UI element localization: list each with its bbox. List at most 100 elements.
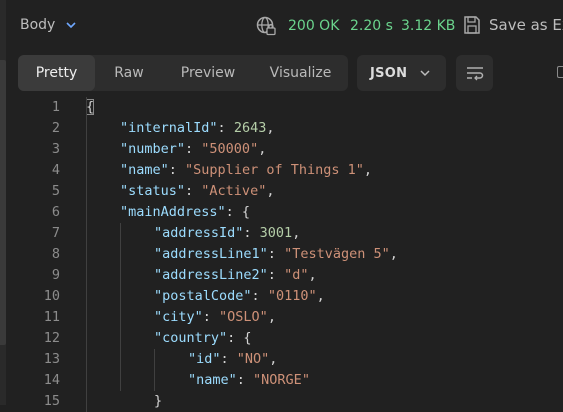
json-punctuation: : <box>243 225 260 241</box>
code-line: 3 "number": "50000", <box>6 139 563 160</box>
json-punctuation: : <box>185 141 202 157</box>
json-key: "postalCode" <box>154 288 252 304</box>
response-size[interactable]: 3.12 KB <box>401 18 455 34</box>
tab-visualize[interactable]: Visualize <box>253 55 348 91</box>
chevron-down-icon <box>420 70 430 77</box>
json-key: "city" <box>154 309 203 325</box>
code-line: 7 "addressId": 3001, <box>6 223 563 244</box>
code-text: "id": "NO", <box>188 349 277 370</box>
json-key: "id" <box>188 351 221 367</box>
json-number: 2643 <box>233 120 267 136</box>
json-key: "mainAddress" <box>120 204 226 220</box>
json-key: "number" <box>120 141 186 157</box>
code-line: 2 "internalId": 2643, <box>6 118 563 139</box>
line-number: 9 <box>51 267 60 283</box>
json-punctuation: { <box>86 99 95 115</box>
code-line: 10 "postalCode": "0110", <box>6 286 563 307</box>
json-key: "status" <box>120 183 186 199</box>
json-punctuation: : <box>168 162 186 178</box>
format-label: JSON <box>370 65 408 81</box>
json-string: "0110" <box>267 288 317 304</box>
code-text: "name": "NORGE" <box>188 370 310 391</box>
line-number: 5 <box>51 183 60 199</box>
line-number: 15 <box>43 393 60 409</box>
json-punctuation: : <box>267 267 285 283</box>
body-label: Body <box>20 17 56 33</box>
line-number: 2 <box>51 120 60 136</box>
json-punctuation: : <box>236 372 254 388</box>
line-number: 14 <box>43 372 60 388</box>
json-punctuation: , <box>316 288 325 304</box>
globe-lock-icon[interactable] <box>255 15 277 37</box>
response-body-viewer[interactable]: 1{2 "internalId": 2643, 3 "number": "50000"… <box>6 97 563 412</box>
code-line: 9 "addressLine2": "d", <box>6 265 563 286</box>
save-response-button[interactable]: Save as Ex <box>463 15 563 35</box>
json-key: "addressId" <box>154 225 244 241</box>
json-punctuation: : { <box>225 204 251 220</box>
body-dropdown[interactable]: Body <box>20 17 77 33</box>
indent-guide <box>120 223 121 391</box>
line-number: 7 <box>51 225 60 241</box>
code-line: 13 "id": "NO", <box>6 349 563 370</box>
code-line: 14 "name": "NORGE" <box>6 370 563 391</box>
code-text: "mainAddress": { <box>120 202 250 223</box>
json-punctuation: : <box>217 120 234 136</box>
code-line: 4 "name": "Supplier of Things 1", <box>6 160 563 181</box>
copy-icon[interactable] <box>557 66 563 78</box>
code-line: 5 "status": "Active", <box>6 181 563 202</box>
json-punctuation: : <box>220 351 237 367</box>
json-string: "Testvägen 5" <box>284 246 390 262</box>
json-string: "NO" <box>236 351 270 367</box>
line-number: 6 <box>51 204 60 220</box>
save-label: Save as Ex <box>489 16 563 34</box>
json-punctuation: , <box>389 246 398 262</box>
response-time[interactable]: 2.20 s <box>350 18 393 34</box>
json-punctuation: , <box>292 225 301 241</box>
tab-preview[interactable]: Preview <box>163 55 253 91</box>
line-number: 1 <box>51 99 60 115</box>
wrap-lines-button[interactable] <box>456 55 493 91</box>
code-text: "addressId": 3001, <box>154 223 300 244</box>
code-line: 8 "addressLine1": "Testvägen 5", <box>6 244 563 265</box>
code-text: "city": "OSLO", <box>154 307 276 328</box>
line-number: 13 <box>43 351 60 367</box>
tab-raw[interactable]: Raw <box>95 55 163 91</box>
line-number: 10 <box>43 288 60 304</box>
json-string: "d" <box>284 267 309 283</box>
code-text: { <box>86 97 95 118</box>
code-line: 11 "city": "OSLO", <box>6 307 563 328</box>
json-key: "name" <box>188 372 237 388</box>
code-text: "name": "Supplier of Things 1", <box>120 160 372 181</box>
json-punctuation: : { <box>227 330 252 346</box>
code-text: "number": "50000", <box>120 139 266 160</box>
json-number: 3001 <box>259 225 293 241</box>
json-string: "Supplier of Things 1" <box>185 162 364 178</box>
json-punctuation: , <box>363 162 372 178</box>
code-line: 6 "mainAddress": { <box>6 202 563 223</box>
line-number: 4 <box>51 162 60 178</box>
indent-guide <box>86 97 87 412</box>
wrap-lines-icon <box>466 67 483 81</box>
json-string: "NORGE" <box>253 372 310 388</box>
view-mode-tabs: Pretty Raw Preview Visualize <box>18 55 348 91</box>
code-line: 12 "country": { <box>6 328 563 349</box>
code-line: 15} <box>6 391 563 412</box>
status-code[interactable]: 200 OK <box>288 18 339 34</box>
tab-pretty[interactable]: Pretty <box>18 55 95 91</box>
json-string: "Active" <box>201 183 267 199</box>
json-punctuation: , <box>258 141 267 157</box>
save-icon <box>464 16 480 34</box>
json-key: "internalId" <box>120 120 218 136</box>
json-punctuation: , <box>269 351 278 367</box>
json-key: "country" <box>154 330 228 346</box>
indent-guide <box>154 349 155 391</box>
code-text: "addressLine2": "d", <box>154 265 317 286</box>
json-string: "50000" <box>201 141 259 157</box>
json-punctuation: : <box>202 309 220 325</box>
format-select[interactable]: JSON <box>357 55 446 91</box>
code-text: } <box>154 391 162 412</box>
code-text: "country": { <box>154 328 252 349</box>
json-punctuation: , <box>308 267 317 283</box>
line-number: 12 <box>43 330 60 346</box>
json-key: "name" <box>120 162 169 178</box>
